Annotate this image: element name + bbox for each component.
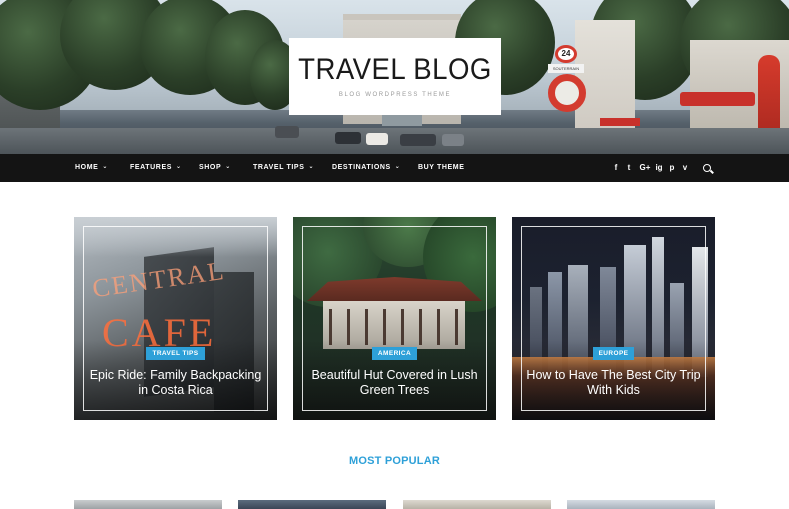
- speed-limit-sign: 24: [555, 45, 577, 63]
- nav-item-buy-theme[interactable]: BUY THEME: [418, 154, 465, 182]
- building-right: [575, 20, 635, 130]
- popular-post-thumbnail[interactable]: [238, 500, 386, 509]
- popular-post-thumbnail[interactable]: [567, 500, 715, 509]
- nav-item-label: FEATURES: [130, 164, 173, 171]
- post-title-line: in Costa Rica: [138, 383, 213, 397]
- popular-post-thumbnail[interactable]: [74, 500, 222, 509]
- nav-item-travel-tips[interactable]: TRAVEL TIPS ⌄: [253, 154, 314, 182]
- twitter-icon[interactable]: t: [624, 154, 634, 182]
- car: [335, 132, 361, 144]
- category-label: AMERICA: [371, 347, 418, 360]
- featured-post-card[interactable]: EUROPE How to Have The Best City Trip Wi…: [512, 217, 715, 420]
- instagram-icon[interactable]: ig: [654, 154, 664, 182]
- featured-post-card[interactable]: AMERICA Beautiful Hut Covered in Lush Gr…: [293, 217, 496, 420]
- category-label: TRAVEL TIPS: [146, 347, 205, 360]
- nav-item-label: HOME: [75, 164, 99, 171]
- cafe-awning: [600, 118, 640, 126]
- site-tagline: BLOG WORDPRESS THEME: [338, 92, 452, 98]
- chevron-down-icon: ⌄: [176, 164, 182, 170]
- chevron-down-icon: ⌄: [308, 164, 315, 170]
- search-icon[interactable]: [703, 164, 711, 172]
- popular-post-thumbnail[interactable]: [403, 500, 551, 509]
- nav-item-label: SHOP: [199, 164, 222, 171]
- car: [442, 134, 464, 146]
- nav-item-home[interactable]: HOME ⌄: [75, 154, 108, 182]
- no-entry-sign: [548, 74, 586, 112]
- post-title-line: Epic Ride: Family Backpacking: [89, 368, 262, 382]
- featured-post-card[interactable]: CENTRAL CAFE TRAVEL TIPS Epic Ride: Fami…: [74, 217, 277, 420]
- facebook-icon[interactable]: f: [612, 154, 620, 182]
- post-title-line: How to Have The Best City Trip: [526, 368, 701, 382]
- section-heading-most-popular: MOST POPULAR: [348, 455, 440, 467]
- post-title[interactable]: Epic Ride: Family Backpacking in Costa R…: [86, 368, 265, 398]
- site-title: TRAVEL BLOG: [298, 53, 492, 86]
- post-title-line: Beautiful Hut Covered in Lush: [311, 368, 478, 382]
- chevron-down-icon: ⌄: [225, 164, 231, 170]
- street-plate: SOUTERRAIN: [548, 64, 584, 73]
- post-title-line: Green Trees: [359, 383, 430, 397]
- nav-item-label: DESTINATIONS: [332, 164, 391, 171]
- post-title-line: With Kids: [587, 383, 640, 397]
- car: [366, 133, 388, 145]
- category-badge[interactable]: AMERICA: [293, 342, 496, 360]
- nav-item-shop[interactable]: SHOP ⌄: [199, 154, 231, 182]
- car: [275, 126, 299, 138]
- nav-item-label: BUY THEME: [418, 164, 465, 171]
- nav-item-destinations[interactable]: DESTINATIONS ⌄: [332, 154, 400, 182]
- main-navigation: HOME ⌄ FEATURES ⌄ SHOP ⌄ TRAVEL TIPS ⌄ DESTI…: [0, 154, 789, 182]
- chevron-down-icon: ⌄: [394, 164, 401, 170]
- cafe-awning: [680, 92, 755, 106]
- post-title[interactable]: How to Have The Best City Trip With Kids: [524, 368, 703, 398]
- vimeo-icon[interactable]: v: [681, 154, 689, 182]
- pinterest-icon[interactable]: p: [668, 154, 676, 182]
- post-title[interactable]: Beautiful Hut Covered in Lush Green Tree…: [305, 368, 484, 398]
- header-hero-image: 24 SOUTERRAIN TRAVEL BLOG BLOG WORDPRESS…: [0, 0, 789, 154]
- car: [400, 134, 436, 146]
- category-label: EUROPE: [592, 347, 635, 360]
- category-badge[interactable]: TRAVEL TIPS: [74, 342, 277, 360]
- category-badge[interactable]: EUROPE: [512, 342, 715, 360]
- nav-item-label: TRAVEL TIPS: [253, 164, 305, 171]
- site-logo[interactable]: TRAVEL BLOG BLOG WORDPRESS THEME: [289, 38, 501, 115]
- chevron-down-icon: ⌄: [102, 164, 109, 170]
- road: [0, 128, 789, 154]
- google-plus-icon[interactable]: G+: [638, 154, 652, 182]
- nav-item-features[interactable]: FEATURES ⌄: [130, 154, 182, 182]
